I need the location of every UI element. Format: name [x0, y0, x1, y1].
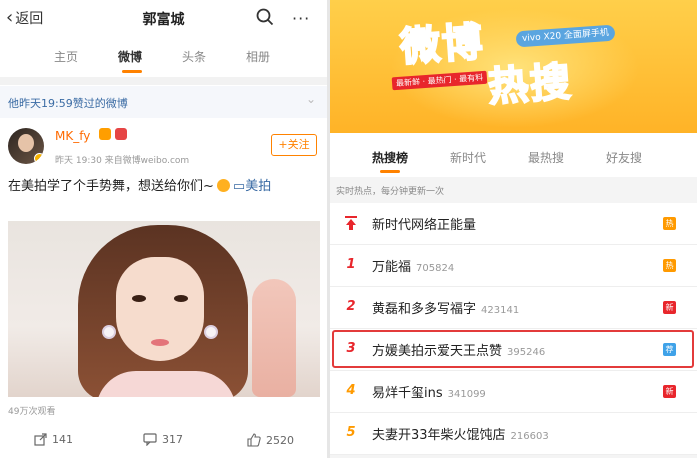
- post-text-main: 在美拍学了个手势舞，想送给你们~: [8, 179, 214, 194]
- repost-count: 141: [52, 433, 73, 446]
- avatar[interactable]: [8, 128, 44, 164]
- photo-eye: [132, 295, 146, 302]
- item-title-text: 易烊千玺ins: [372, 386, 443, 401]
- list-item[interactable]: 1 万能福 705824 热: [330, 245, 697, 287]
- item-title: 夫妻开33年柴火馄饨店 216603: [372, 424, 549, 443]
- post-link[interactable]: 美拍: [245, 179, 271, 194]
- list-item[interactable]: 新时代网络正能量 热: [330, 203, 697, 245]
- list-item[interactable]: 4 易烊千玺ins 341099 新: [330, 371, 697, 413]
- search-icon[interactable]: [256, 8, 274, 26]
- hot-search-tabs: 热搜榜 新时代 最热搜 好友搜: [330, 133, 697, 177]
- thumbs-up-icon: [247, 433, 261, 447]
- recommend-badge: 荐: [663, 343, 676, 356]
- chevron-down-icon: ⌄: [306, 92, 317, 106]
- active-tab-indicator: [122, 70, 142, 73]
- comment-button[interactable]: 317: [143, 433, 183, 446]
- tab-new-era[interactable]: 新时代: [450, 149, 486, 166]
- like-button[interactable]: 2520: [247, 433, 294, 447]
- item-count: 216603: [510, 431, 549, 442]
- photo-eye: [174, 295, 188, 302]
- avatar-face: [18, 134, 34, 152]
- pinned-top-icon: [345, 216, 357, 230]
- emoji-icon: [216, 179, 230, 192]
- item-count: 395246: [507, 347, 546, 358]
- item-title: 黄磊和多多写福字 423141: [372, 298, 519, 317]
- comment-icon: [143, 433, 157, 446]
- tab-headlines[interactable]: 头条: [182, 48, 206, 65]
- item-count: 423141: [481, 305, 520, 316]
- banner-title-line2: 热搜: [486, 58, 575, 112]
- page-title: 郭富城: [142, 12, 185, 28]
- profile-panel: ‹ 返回 郭富城 ··· 主页 微博 头条 相册 他昨天19:59赞过的微博 ⌄…: [0, 0, 327, 458]
- divider: [0, 77, 327, 85]
- item-rank: 2: [346, 299, 356, 314]
- vip-icon: [99, 128, 111, 140]
- item-title: 易烊千玺ins 341099: [372, 382, 486, 401]
- comment-count: 317: [162, 433, 183, 446]
- tab-weibo[interactable]: 微博: [118, 48, 142, 65]
- post-video[interactable]: [8, 221, 320, 397]
- item-title-text: 方媛美拍示爱天王点赞: [372, 344, 503, 359]
- list-item[interactable]: 3 方媛美拍示爱天王点赞 395246 荐: [330, 329, 697, 371]
- tab-home[interactable]: 主页: [54, 48, 78, 65]
- photo-body: [96, 371, 236, 397]
- photo-earring: [102, 325, 116, 339]
- item-title-text: 夫妻开33年柴火馄饨店: [372, 428, 506, 443]
- update-note: 实时热点，每分钟更新一次: [336, 187, 445, 197]
- item-title-text: 黄磊和多多写福字: [372, 302, 477, 317]
- post-username[interactable]: MK_fy: [55, 129, 90, 143]
- list-item[interactable]: 5 夫妻开33年柴火馄饨店 216603: [330, 413, 697, 455]
- item-title: 万能福 705824: [372, 256, 454, 275]
- tab-hot-list[interactable]: 热搜榜: [372, 149, 408, 166]
- item-rank: 5: [346, 425, 356, 440]
- post-text: 在美拍学了个手势舞，想送给你们~ ▭美拍: [8, 176, 320, 198]
- repost-button[interactable]: 141: [34, 433, 73, 446]
- item-rank: 3: [346, 341, 356, 356]
- tab-album[interactable]: 相册: [246, 48, 270, 65]
- member-icon: [115, 128, 127, 140]
- item-title: 方媛美拍示爱天王点赞 395246: [372, 340, 545, 359]
- hot-badge: 热: [663, 217, 676, 230]
- tab-hottest[interactable]: 最热搜: [528, 149, 564, 166]
- new-badge: 新: [663, 301, 676, 314]
- item-count: 705824: [416, 263, 455, 274]
- list-item[interactable]: 2 黄磊和多多写福字 423141 新: [330, 287, 697, 329]
- like-count: 2520: [266, 433, 294, 447]
- photo-earring: [204, 325, 218, 339]
- video-link-icon: ▭: [232, 179, 246, 194]
- hot-search-banner: 微博 热搜 vivo X20 全面屏手机 最新鲜 · 最热门 · 最有料: [330, 0, 697, 133]
- follow-button[interactable]: +关注: [271, 134, 317, 156]
- item-title-text: 万能福: [372, 260, 412, 275]
- profile-tabs: 主页 微博 头条 相册: [0, 40, 327, 74]
- new-badge: 新: [663, 385, 676, 398]
- verified-badge-icon: [34, 153, 44, 164]
- hot-badge: 热: [663, 259, 676, 272]
- hot-search-panel: 微博 热搜 vivo X20 全面屏手机 最新鲜 · 最热门 · 最有料 热搜榜…: [330, 0, 697, 458]
- item-title: 新时代网络正能量: [372, 214, 476, 233]
- profile-header: ‹ 返回 郭富城 ···: [0, 0, 327, 36]
- active-tab-indicator: [380, 170, 400, 173]
- view-count: 49万次观看: [8, 407, 56, 417]
- repost-icon: [34, 433, 47, 446]
- item-rank: 4: [346, 383, 356, 398]
- item-rank: 1: [346, 257, 356, 272]
- liked-notice-text: 他昨天19:59赞过的微博: [8, 97, 128, 110]
- liked-notice-bar[interactable]: 他昨天19:59赞过的微博 ⌄: [0, 86, 327, 118]
- photo-lips: [151, 339, 169, 346]
- item-title-text: 新时代网络正能量: [372, 218, 477, 233]
- post-meta: 昨天 19:30 来自微博weibo.com: [55, 156, 190, 166]
- item-count: 341099: [447, 389, 486, 400]
- post-actions: 141 317 2520: [0, 430, 327, 454]
- banner-title-line1: 微博: [398, 18, 487, 72]
- tab-friends[interactable]: 好友搜: [606, 149, 642, 166]
- more-icon[interactable]: ···: [292, 9, 310, 28]
- photo-hand: [252, 279, 296, 397]
